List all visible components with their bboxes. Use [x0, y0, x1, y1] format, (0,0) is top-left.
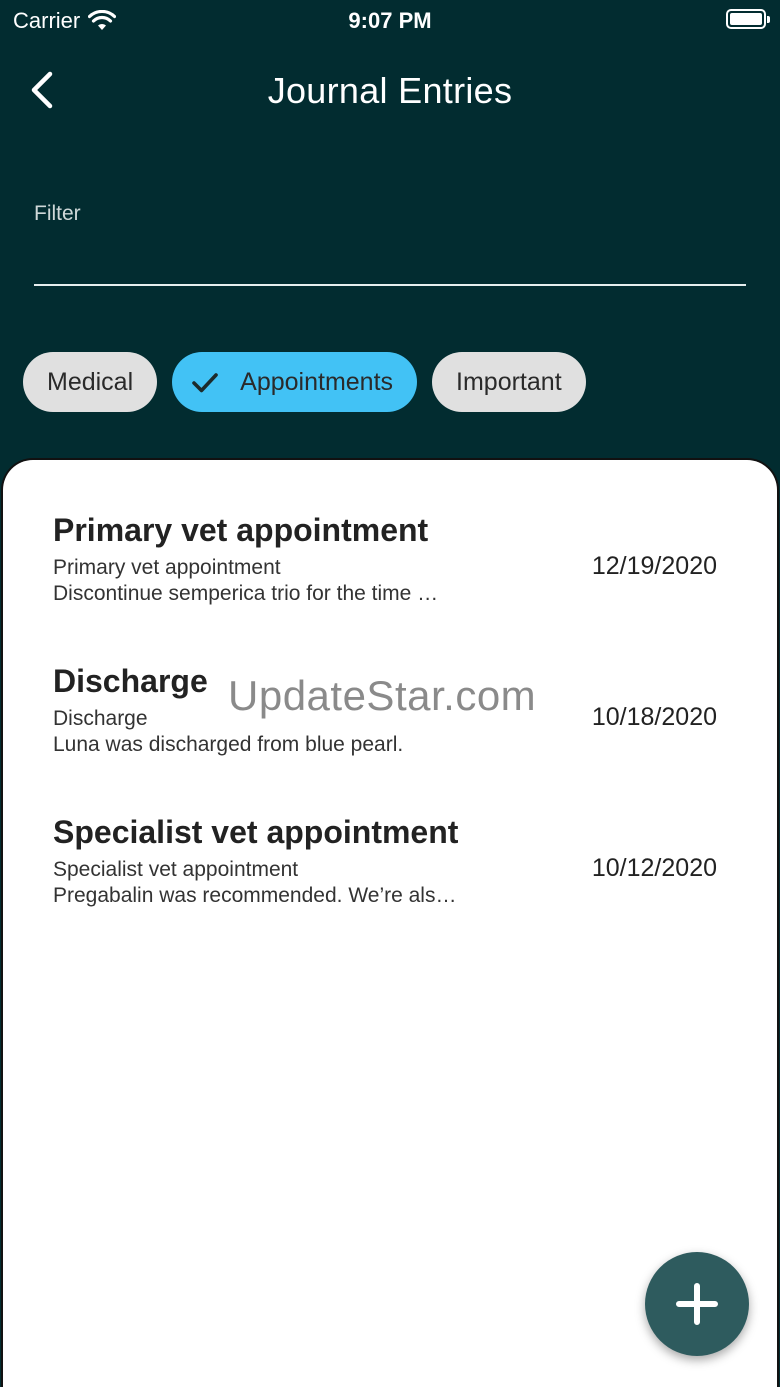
list-item[interactable]: Primary vet appointment Primary vet appo…	[53, 512, 733, 624]
entry-snippet: Pregabalin was recommended. We’re als…	[53, 884, 457, 907]
chip-medical[interactable]: Medical	[23, 352, 158, 412]
filter-field: Filter	[34, 198, 746, 290]
entry-title: Discharge	[53, 663, 208, 699]
chip-important[interactable]: Important	[432, 352, 586, 412]
watermark: UpdateStar.com	[228, 672, 537, 719]
entry-subtitle: Discharge	[53, 707, 148, 730]
entry-date: 10/18/2020	[591, 703, 717, 731]
entries-sheet: Primary vet appointment Primary vet appo…	[1, 458, 779, 1387]
check-icon	[192, 373, 218, 393]
entry-subtitle: Specialist vet appointment	[53, 858, 299, 881]
entry-snippet: Luna was discharged from blue pearl.	[53, 733, 404, 756]
tag-chips: Medical Appointments Important	[23, 352, 586, 414]
entry-title: Specialist vet appointment	[53, 814, 459, 850]
app-bar: Journal Entries	[0, 50, 780, 134]
chip-appointments[interactable]: Appointments	[172, 352, 418, 412]
battery-icon	[726, 9, 770, 29]
entry-subtitle: Primary vet appointment	[53, 556, 281, 579]
plus-icon	[676, 1283, 718, 1325]
chip-label: Appointments	[240, 367, 394, 396]
filter-label: Filter	[34, 202, 81, 225]
list-item[interactable]: Specialist vet appointment Specialist ve…	[53, 814, 733, 926]
chip-label: Important	[456, 367, 562, 396]
entry-date: 10/12/2020	[591, 854, 717, 882]
entry-title: Primary vet appointment	[53, 512, 429, 548]
entry-date: 12/19/2020	[591, 552, 717, 580]
status-bar: Carrier 9:07 PM	[0, 0, 780, 40]
add-entry-button[interactable]	[645, 1252, 749, 1356]
status-time: 9:07 PM	[348, 8, 432, 33]
filter-input[interactable]	[34, 236, 746, 286]
chip-label: Medical	[47, 367, 134, 396]
entry-snippet: Discontinue semperica trio for the time …	[53, 582, 439, 605]
page-title: Journal Entries	[267, 70, 513, 111]
